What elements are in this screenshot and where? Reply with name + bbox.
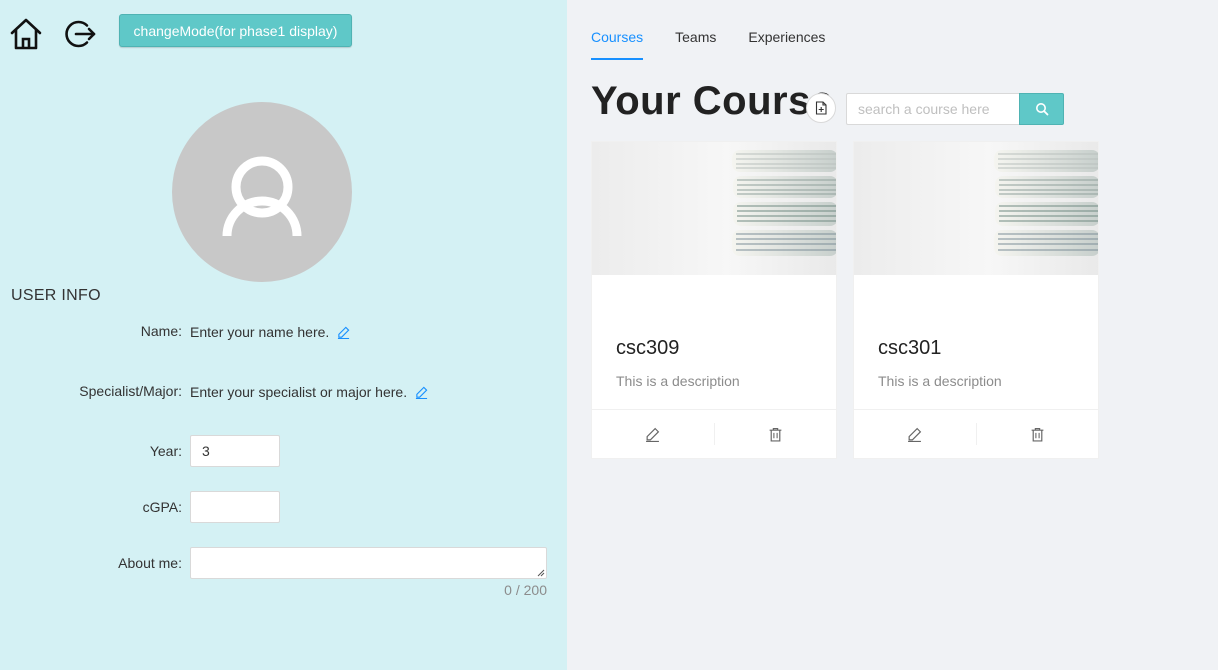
page-title: Your Course <box>591 79 834 123</box>
card-actions <box>854 409 1098 458</box>
year-label: Year: <box>149 443 182 459</box>
about-label: About me: <box>118 555 182 571</box>
course-title: csc309 <box>616 337 680 359</box>
course-cover-image <box>592 142 836 275</box>
cgpa-input[interactable] <box>190 491 280 523</box>
course-cover-image <box>854 142 1098 275</box>
search-button[interactable] <box>1019 93 1064 125</box>
major-label: Specialist/Major: <box>79 383 182 399</box>
course-title: csc301 <box>878 337 942 359</box>
course-description: This is a description <box>616 373 740 389</box>
cgpa-label: cGPA: <box>142 499 182 515</box>
add-course-button[interactable] <box>806 93 836 123</box>
name-field: Enter your name here. <box>190 324 350 340</box>
logout-icon[interactable] <box>63 17 97 51</box>
user-icon <box>222 156 302 237</box>
home-icon[interactable] <box>9 17 43 51</box>
add-file-icon <box>815 101 827 115</box>
section-title: USER INFO <box>11 287 101 304</box>
tab-experiences[interactable]: Experiences <box>748 0 825 60</box>
course-card[interactable]: csc301 This is a description <box>853 141 1099 459</box>
major-value: Enter your specialist or major here. <box>190 384 408 400</box>
course-search-input[interactable]: search a course here <box>846 93 1020 125</box>
avatar <box>172 102 352 282</box>
about-textarea[interactable] <box>190 547 547 579</box>
course-card[interactable]: csc309 This is a description <box>591 141 837 459</box>
change-mode-button[interactable]: changeMode(for phase1 display) <box>119 14 352 47</box>
user-info-panel: changeMode(for phase1 display) USER INFO… <box>0 0 567 670</box>
name-label: Name: <box>140 323 182 339</box>
edit-course-button[interactable] <box>854 423 976 445</box>
course-description: This is a description <box>878 373 1002 389</box>
tab-courses[interactable]: Courses <box>591 0 644 60</box>
edit-name-icon[interactable] <box>337 326 350 339</box>
name-value: Enter your name here. <box>190 324 330 340</box>
edit-icon <box>646 427 660 442</box>
courses-panel: Courses Teams Experiences Your Course se… <box>567 0 1218 670</box>
delete-course-button[interactable] <box>713 423 837 445</box>
delete-course-button[interactable] <box>975 423 1099 445</box>
edit-icon <box>908 427 922 442</box>
edit-course-button[interactable] <box>592 423 714 445</box>
tab-bar: Courses Teams Experiences <box>591 0 857 60</box>
search-icon <box>1035 103 1048 116</box>
delete-icon <box>769 427 782 442</box>
about-char-counter: 0 / 200 <box>504 582 547 598</box>
year-input[interactable]: 3 <box>190 435 280 467</box>
resize-handle-icon[interactable] <box>536 568 545 577</box>
delete-icon <box>1031 427 1044 442</box>
edit-major-icon[interactable] <box>415 386 428 399</box>
major-field: Enter your specialist or major here. <box>190 384 428 400</box>
tab-teams[interactable]: Teams <box>675 0 716 60</box>
card-actions <box>592 409 836 458</box>
